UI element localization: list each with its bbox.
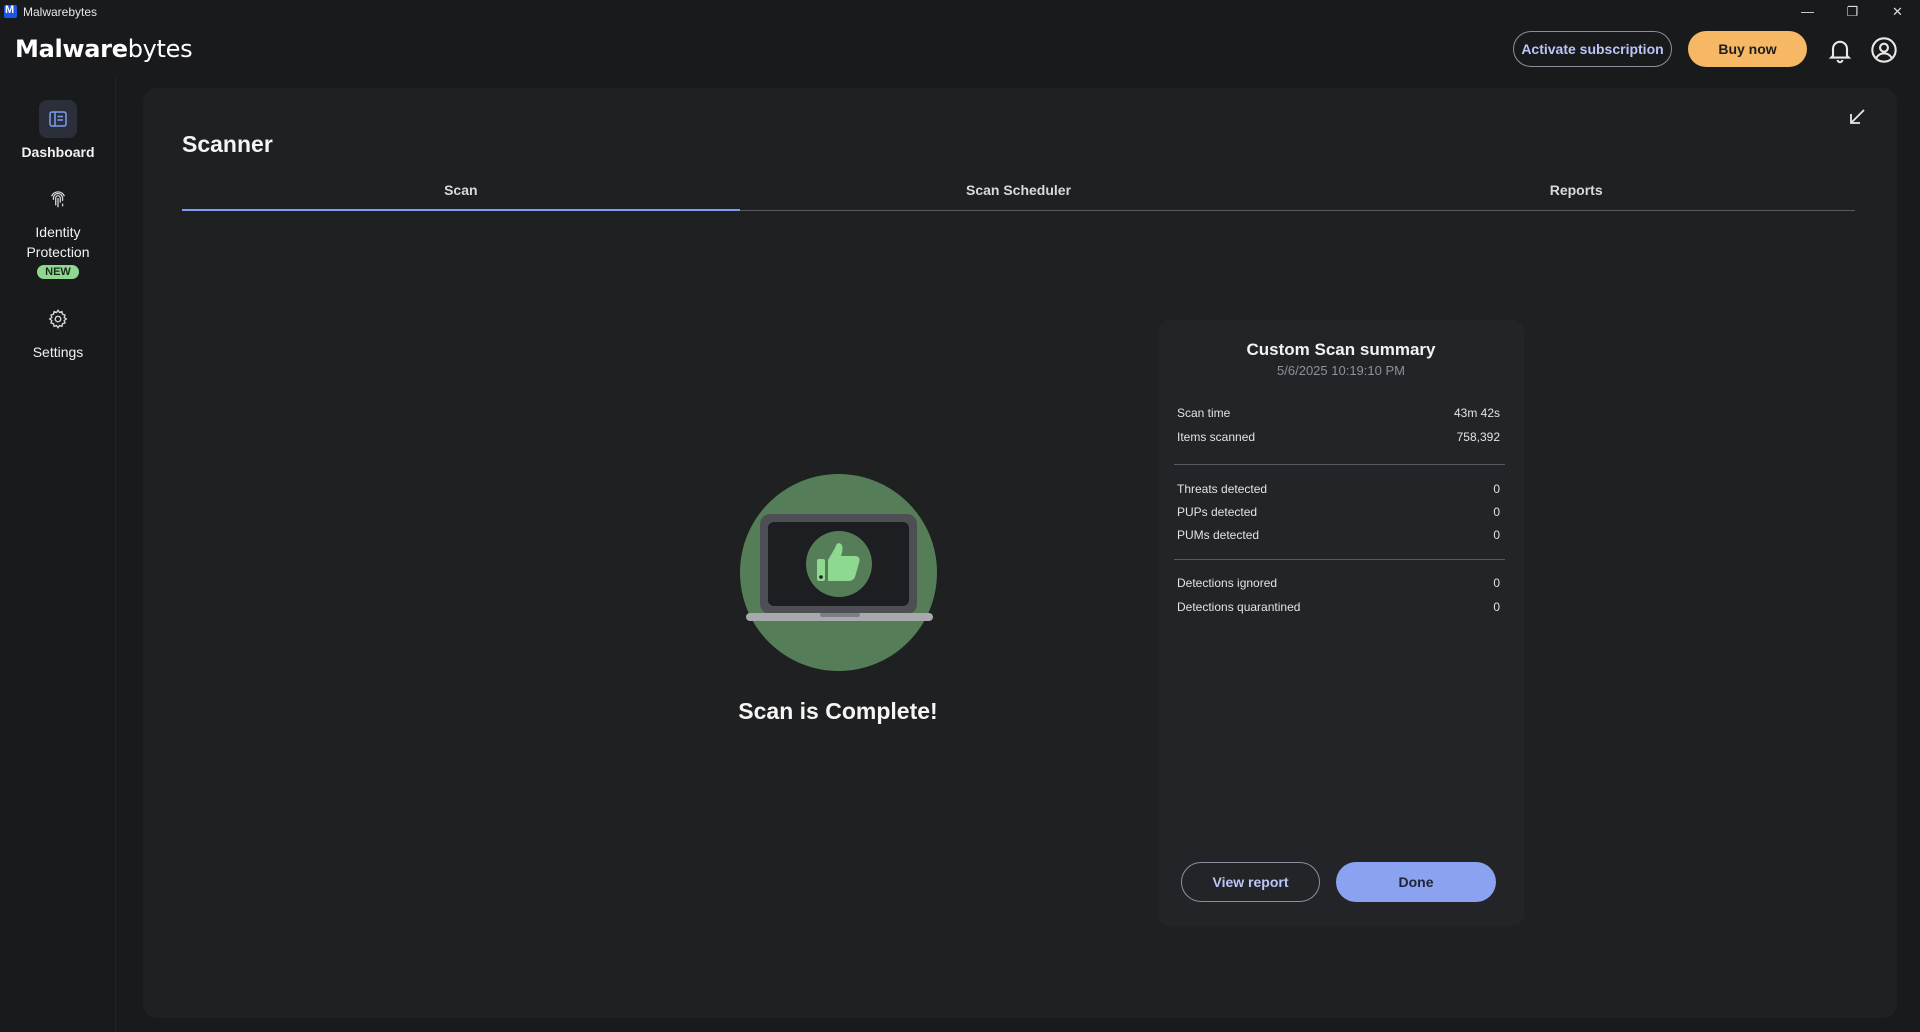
stat-label: Detections ignored <box>1177 576 1278 590</box>
bell-icon[interactable] <box>1826 36 1854 64</box>
gear-icon-wrap <box>39 300 77 338</box>
stat-value: 0 <box>1493 482 1500 496</box>
sidebar-item-label: Settings <box>32 344 84 360</box>
account-icon[interactable] <box>1870 36 1898 64</box>
stat-value: 0 <box>1493 528 1500 542</box>
stat-row: Detections ignored 0 <box>1177 576 1500 590</box>
stat-label: Items scanned <box>1177 430 1256 444</box>
dashboard-icon-wrap <box>39 100 77 138</box>
stat-value: 0 <box>1493 505 1500 519</box>
sidebar-item-dashboard[interactable]: Dashboard <box>0 100 116 162</box>
scanner-tabs: Scan Scan Scheduler Reports <box>182 181 1855 211</box>
stat-label: Scan time <box>1177 406 1231 420</box>
stat-value: 758,392 <box>1456 430 1500 444</box>
restore-button[interactable]: ❐ <box>1830 0 1875 23</box>
malwarebytes-logo: Malwarebytes <box>15 35 193 63</box>
malwarebytes-logo-icon <box>4 4 17 18</box>
stat-label: Detections quarantined <box>1177 600 1301 614</box>
summary-date: 5/6/2025 10:19:10 PM <box>1277 363 1405 378</box>
summary-title: Custom Scan summary <box>1246 340 1436 359</box>
app-header: Malwarebytes Activate subscription Buy n… <box>0 23 1920 75</box>
sidebar-item-identity-protection[interactable]: Identity Protection NEW <box>0 180 116 280</box>
tab-reports[interactable]: Reports <box>1297 181 1855 210</box>
stat-label: PUMs detected <box>1177 528 1260 542</box>
sidebar-item-label: Dashboard <box>21 144 95 160</box>
close-button[interactable]: ✕ <box>1875 0 1920 23</box>
minimize-button[interactable]: — <box>1785 0 1830 23</box>
activate-subscription-button[interactable]: Activate subscription <box>1513 31 1672 67</box>
stat-label: PUPs detected <box>1177 505 1258 519</box>
stat-value: 43m 42s <box>1453 406 1500 420</box>
stat-row: Items scanned 758,392 <box>1177 430 1500 444</box>
fingerprint-icon <box>50 191 66 208</box>
laptop-thumbs-up-icon <box>746 514 933 621</box>
scan-complete-heading: Scan is Complete! <box>738 698 938 724</box>
buy-now-button[interactable]: Buy now <box>1688 31 1807 67</box>
summary-divider <box>1174 559 1505 560</box>
sidebar-item-settings[interactable]: Settings <box>0 300 116 362</box>
scanner-panel: Scanner Scan Scan Scheduler Reports Scan… <box>143 88 1897 1018</box>
stat-value: 0 <box>1493 600 1500 614</box>
page-title: Scanner <box>182 131 273 157</box>
stat-label: Threats detected <box>1177 482 1268 496</box>
done-button[interactable]: Done <box>1336 862 1496 902</box>
window-controls: — ❐ ✕ <box>1785 0 1920 23</box>
scan-complete-illustration <box>740 474 937 671</box>
stat-row: Threats detected 0 <box>1177 482 1500 496</box>
stat-value: 0 <box>1493 576 1500 590</box>
sidebar-item-label: Identity Protection <box>26 224 90 260</box>
stat-row: PUPs detected 0 <box>1177 505 1500 519</box>
scan-summary-card: Custom Scan summary 5/6/2025 10:19:10 PM… <box>1158 320 1524 926</box>
gear-icon <box>48 309 68 329</box>
collapse-icon[interactable] <box>1846 106 1868 128</box>
tab-scan[interactable]: Scan <box>182 181 740 211</box>
title-bar: Malwarebytes — ❐ ✕ <box>0 0 1920 23</box>
stat-row: Detections quarantined 0 <box>1177 600 1500 614</box>
sidebar: Dashboard Identity Protection NEW Setting… <box>0 75 116 1032</box>
new-badge: NEW <box>37 265 79 279</box>
window-title: Malwarebytes <box>23 4 98 19</box>
tab-scan-scheduler[interactable]: Scan Scheduler <box>740 181 1298 210</box>
dashboard-icon <box>49 111 67 127</box>
view-report-button[interactable]: View report <box>1181 862 1320 902</box>
summary-divider <box>1174 464 1505 465</box>
fingerprint-icon-wrap <box>39 180 77 218</box>
stat-row: PUMs detected 0 <box>1177 528 1500 542</box>
stat-row: Scan time 43m 42s <box>1177 406 1500 420</box>
